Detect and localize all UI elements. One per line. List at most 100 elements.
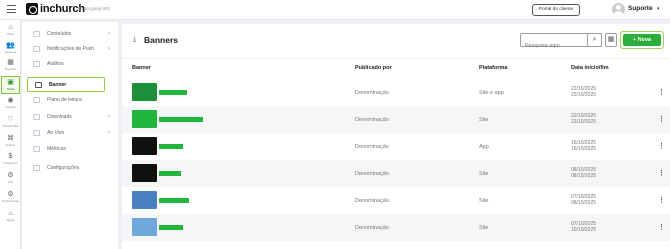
end-date: 08/10/2025 [571,173,597,179]
table-row[interactable]: Denominação App 16/10/2025 16/10/2025 ⋮ [122,133,670,160]
rail-item-prayer[interactable]: ♡ Intercessão [0,114,21,132]
submenu-item-plano-de-leitura[interactable]: Plano de leitura [26,93,114,107]
end-date: 23/10/2025 [571,119,597,125]
end-date: 16/10/2025 [571,146,597,152]
submenu-item-icon [33,130,40,136]
search-input[interactable] [521,40,583,52]
platform-cell: Site [479,117,489,123]
chevron-right-icon: › [108,31,110,37]
rail-item-cells[interactable]: ◉ Células [0,95,21,113]
logo[interactable]: inchurch [26,3,85,15]
submenu-item-icon [33,165,40,171]
rail-item-label: Pessoas [4,50,17,54]
column-header-banner: Banner [132,65,151,71]
rail-item-label: API [8,180,13,184]
chevron-down-icon[interactable]: ▾ [657,6,660,12]
submenu-item-icon [33,31,40,37]
submenu-item-conte-dos[interactable]: Conteúdos › [26,27,114,41]
banner-thumbnail[interactable] [132,110,157,128]
page-title: Banners [144,35,179,45]
submenu-item-downloads[interactable]: Downloads › [26,110,114,124]
table-row[interactable]: Denominação Site 08/10/2025 08/10/2025 ⋮ [122,160,670,187]
home-icon: ⌂ [8,24,13,31]
rail-item-people[interactable]: 👥 Pessoas [0,40,21,58]
dates-cell: 22/10/2025 23/10/2025 [571,113,596,125]
submenu-item-m-tricas[interactable]: Métricas [26,142,114,156]
more-options-icon[interactable]: ⋮ [658,223,665,231]
end-date: 10/10/2025 [571,227,597,233]
rail-item-media[interactable]: ▣ Mídia [1,76,20,94]
end-date: 08/10/2025 [571,200,597,206]
submenu-item-ao-vivo[interactable]: Ao Vivo › [26,126,114,140]
divider [122,58,670,59]
rail-item-label: Financeiro [3,161,18,165]
published-by-cell: Denominação [355,144,389,150]
published-by-cell: Denominação [355,198,389,204]
menu-icon[interactable] [7,5,16,14]
more-options-icon[interactable]: ⋮ [658,88,665,96]
rail-item-church[interactable]: ⌂ Igreja [0,208,21,226]
submenu-item-icon [33,146,40,152]
rail-item-teaching[interactable]: ⌘ Ensino [0,133,21,151]
new-banner-button[interactable]: + Nova [623,34,661,46]
banner-thumbnail[interactable] [132,137,157,155]
main-panel: ⤓ Banners ⌕ ▦ + Nova Banner Publicado po… [122,24,670,249]
more-options-icon[interactable]: ⋮ [658,115,665,123]
rail-item-label: Mídia [6,87,15,91]
teaching-icon: ⌘ [7,135,14,142]
submenu-item-banner[interactable]: Banner [27,77,105,92]
submenu-item-atalhos[interactable]: Atalhos [26,57,114,71]
dates-cell: 07/10/2025 08/10/2025 [571,194,596,206]
table-row[interactable]: Denominação Site 22/10/2025 23/10/2025 ⋮ [122,106,670,133]
media-submenu: Conteúdos › Notificações de Push › Atalhos Ba… [22,22,118,249]
search-box: ⌕ [520,33,602,52]
submenu-item-label: Conteúdos [47,31,72,37]
avatar[interactable] [612,3,625,16]
rail-item-label: Ensino [5,143,16,147]
api-icon: ⚙ [7,172,14,179]
rail-item-calendar[interactable]: ▦ Eventos [0,57,21,75]
rail-item-label: Preferências [2,199,19,203]
rail-item-label: Igreja [6,218,15,222]
banner-thumbnail[interactable] [132,164,157,182]
rail-item-finance[interactable]: $ Financeiro [0,151,21,169]
more-options-icon[interactable]: ⋮ [658,196,665,204]
customer-portal-button[interactable]: Portal do cliente [532,4,580,16]
rail-item-home[interactable]: ⌂ Início [0,22,21,40]
rail-item-preferences[interactable]: ⚙ Preferências [0,189,21,207]
chevron-right-icon: › [108,130,110,136]
people-icon: 👥 [6,42,15,49]
banner-name-redacted [159,144,183,149]
table-row[interactable]: Denominação Site 07/10/2025 08/10/2025 ⋮ [122,187,670,214]
rail-item-api[interactable]: ⚙ API [0,170,21,188]
submenu-item-label: Ao Vivo [47,130,65,136]
banner-thumbnail[interactable] [132,191,157,209]
banner-thumbnail[interactable] [132,83,157,101]
dates-cell: 22/10/2025 23/10/2025 [571,86,596,98]
submenu-item-label: Downloads [47,114,72,120]
search-icon[interactable]: ⌕ [587,34,601,46]
platform-cell: App [479,144,489,150]
table-row[interactable]: Denominação Site 07/10/2025 10/10/2025 ⋮ [122,214,670,241]
banner-thumbnail[interactable] [132,218,157,236]
submenu-item-label: Banner [49,81,67,88]
submenu-item-notifica-es-de-push[interactable]: Notificações de Push › [26,42,114,56]
chevron-right-icon: › [108,114,110,120]
logo-mark-icon [26,3,38,15]
platform-cell: Site [479,171,489,177]
more-options-icon[interactable]: ⋮ [658,142,665,150]
submenu-item-icon [35,81,42,88]
banner-name-redacted [159,198,189,203]
more-options-icon[interactable]: ⋮ [658,169,665,177]
published-by-cell: Denominação [355,225,389,231]
table-row[interactable]: Denominação Site e app 22/10/2025 23/10/202… [122,79,670,106]
submenu-item-icon [33,61,40,67]
column-header-platform: Plataforma [479,65,508,71]
column-header-published-by: Publicado por [355,65,392,71]
grid-view-icon[interactable]: ▦ [605,33,617,47]
banner-icon: ⤓ [133,36,137,43]
published-by-cell: Denominação [355,171,389,177]
rail-item-label: Células [5,105,16,109]
user-name[interactable]: Suporte [628,5,653,12]
submenu-item-configura-es[interactable]: Configurações [26,161,114,175]
